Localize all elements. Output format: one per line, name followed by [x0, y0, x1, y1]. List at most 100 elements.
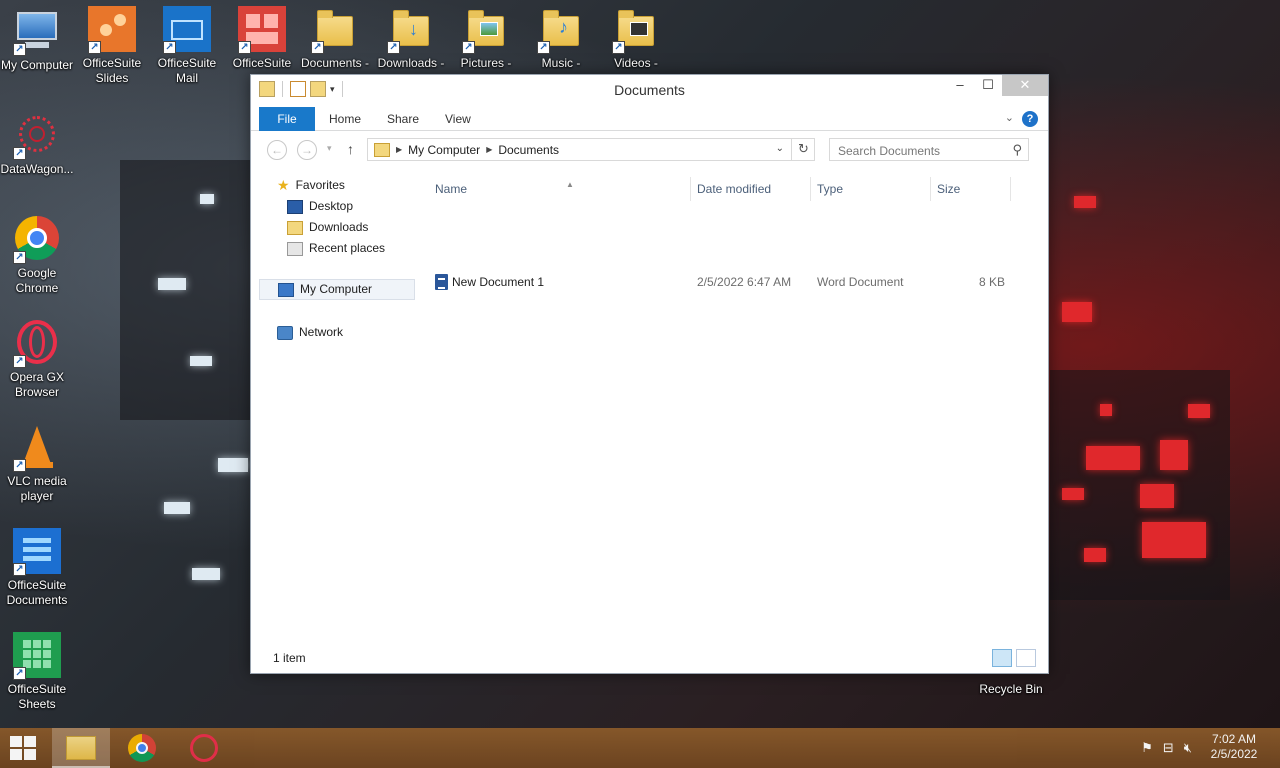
chevron-right-icon[interactable]: ▶	[396, 145, 402, 154]
desktop-icon-datawagon[interactable]: ↗ DataWagon...	[0, 112, 76, 177]
file-row-new-document-1[interactable]: New Document 1 2/5/2022 6:47 AM Word Doc…	[429, 271, 1019, 293]
nav-network[interactable]: Network	[277, 322, 343, 343]
large-icons-view-icon[interactable]	[1016, 649, 1036, 667]
taskbar-file-explorer[interactable]	[52, 728, 110, 768]
videos-folder-icon: ↗	[612, 6, 660, 54]
breadcrumb-documents[interactable]: Documents	[498, 143, 559, 157]
desktop-icon-opera-gx[interactable]: ↗ Opera GX Browser	[0, 320, 76, 400]
breadcrumb-my-computer[interactable]: My Computer	[408, 143, 480, 157]
clock[interactable]: 7:02 AM 2/5/2022	[1204, 732, 1264, 762]
taskbar-chrome[interactable]	[114, 728, 172, 768]
tab-view[interactable]: View	[431, 107, 485, 131]
shortcut-arrow-icon: ↗	[387, 41, 400, 54]
desktop-icon-my-computer[interactable]: ↗ My Computer	[0, 8, 76, 73]
up-arrow-icon[interactable]: ↑	[347, 141, 354, 157]
recent-places-icon	[287, 241, 303, 256]
nav-downloads[interactable]: Downloads	[287, 217, 368, 238]
desktop-icon-label: Recycle Bin	[979, 682, 1043, 696]
tab-home[interactable]: Home	[315, 107, 375, 131]
wallpaper-glow	[1188, 404, 1210, 418]
desktop-icon-google-chrome[interactable]: ↗ Google Chrome	[0, 216, 76, 296]
ribbon-tabs: File Home Share View ⌄ ?	[251, 107, 1048, 131]
title-bar[interactable]: ▾ Documents – ☐ ✕	[251, 75, 1048, 105]
desktop-icon-pictures[interactable]: ↗ Pictures -	[447, 6, 525, 71]
nav-label: Network	[299, 325, 344, 339]
desktop-icon-officesuite-slides[interactable]: ↗ OfficeSuite Slides	[73, 6, 151, 86]
nav-recent-places[interactable]: Recent places	[287, 238, 385, 259]
desktop-icon-officesuite[interactable]: ↗ OfficeSuite	[223, 6, 301, 71]
column-header-type[interactable]: Type	[811, 177, 931, 201]
officesuite-mail-icon: ↗	[163, 6, 211, 54]
wallpaper-glow	[1084, 548, 1106, 562]
desktop-icon-officesuite-mail[interactable]: ↗ OfficeSuite Mail	[148, 6, 226, 86]
action-center-flag-icon[interactable]: ⚑	[1141, 740, 1153, 756]
address-history-chevron-icon[interactable]: ⌄	[776, 143, 784, 154]
help-icon[interactable]: ?	[1022, 111, 1038, 127]
search-placeholder: Search Documents	[838, 144, 941, 158]
chevron-right-icon[interactable]: ▶	[486, 145, 492, 154]
column-header-date-modified[interactable]: Date modified	[691, 177, 811, 201]
opera-icon	[190, 734, 218, 762]
desktop-icon-videos[interactable]: ↗ Videos -	[597, 6, 675, 71]
address-bar[interactable]: ▶ My Computer ▶ Documents ⌄	[367, 138, 815, 161]
desktop-icon-vlc[interactable]: ↗ VLC media player	[0, 424, 76, 504]
system-tray: ⚑ ⊟ 🔇︎	[1141, 740, 1192, 756]
nav-label: Desktop	[309, 199, 354, 213]
file-type: Word Document	[817, 275, 904, 289]
desktop-icon-documents[interactable]: ↗ Documents -	[296, 6, 374, 71]
nav-favorites[interactable]: ★ Favorites	[277, 175, 345, 196]
music-folder-icon: ♪ ↗	[537, 6, 585, 54]
desktop-icon-officesuite-sheets[interactable]: ↗ OfficeSuite Sheets	[0, 632, 76, 712]
desktop-icon-officesuite-documents[interactable]: ↗ OfficeSuite Documents	[0, 528, 76, 608]
column-header-size[interactable]: Size	[931, 177, 1011, 201]
tab-share[interactable]: Share	[373, 107, 433, 131]
desktop-icon-label: DataWagon...	[0, 162, 74, 176]
shortcut-arrow-icon: ↗	[13, 355, 26, 368]
wallpaper-glow	[218, 458, 248, 472]
details-view-icon[interactable]	[992, 649, 1012, 667]
search-input[interactable]: Search Documents ⚲	[829, 138, 1029, 161]
window-title: Documents	[614, 82, 685, 98]
search-icon: ⚲	[1012, 142, 1022, 157]
nav-desktop[interactable]: Desktop	[287, 196, 353, 217]
windows-start-icon[interactable]	[10, 736, 38, 760]
nav-label: Favorites	[295, 178, 345, 192]
desktop-icon-label: Google Chrome	[15, 266, 59, 295]
monitor-icon: ↗	[13, 8, 61, 56]
officesuite-sheets-icon: ↗	[13, 632, 61, 680]
pictures-folder-icon: ↗	[462, 6, 510, 54]
downloads-folder-icon	[287, 220, 303, 235]
shortcut-arrow-icon: ↗	[13, 251, 26, 264]
back-arrow-icon[interactable]: ←	[267, 140, 287, 160]
item-count: 1 item	[273, 651, 306, 665]
close-button[interactable]: ✕	[1002, 75, 1048, 96]
refresh-icon[interactable]: ↻	[791, 138, 815, 161]
maximize-button[interactable]: ☐	[974, 75, 1002, 96]
wallpaper-glow	[1140, 484, 1174, 508]
file-date: 2/5/2022 6:47 AM	[697, 275, 792, 289]
desktop-icon-label: Music -	[541, 56, 581, 70]
expand-ribbon-chevron-icon[interactable]: ⌄	[1005, 111, 1014, 124]
forward-arrow-icon[interactable]: →	[297, 140, 317, 160]
tab-file[interactable]: File	[259, 107, 315, 131]
navigation-bar: ← → ▾ ↑ ▶ My Computer ▶ Documents ⌄ ↻ Se…	[251, 131, 1048, 167]
shortcut-arrow-icon: ↗	[311, 41, 324, 54]
officesuite-icon: ↗	[238, 6, 286, 54]
shortcut-arrow-icon: ↗	[13, 667, 26, 680]
explorer-window: ▾ Documents – ☐ ✕ File Home Share View ⌄…	[250, 74, 1049, 674]
network-icon	[277, 325, 293, 340]
wallpaper-glow	[158, 278, 186, 290]
column-header-name[interactable]: ▲ Name	[429, 177, 691, 201]
minimize-button[interactable]: –	[946, 75, 974, 96]
volume-muted-icon[interactable]: 🔇︎	[1184, 740, 1192, 756]
taskbar-opera[interactable]	[176, 728, 234, 768]
taskbar: ⚑ ⊟ 🔇︎ 7:02 AM 2/5/2022	[0, 728, 1280, 768]
shortcut-arrow-icon: ↗	[13, 147, 26, 160]
network-icon[interactable]: ⊟	[1163, 740, 1174, 756]
desktop-icon-music[interactable]: ♪ ↗ Music -	[522, 6, 600, 71]
chrome-icon-center	[136, 742, 148, 754]
recent-locations-chevron-icon[interactable]: ▾	[327, 143, 332, 154]
nav-my-computer[interactable]: My Computer	[259, 279, 415, 300]
desktop-icon-label: Pictures -	[460, 56, 512, 70]
desktop-icon-downloads[interactable]: ↓ ↗ Downloads -	[372, 6, 450, 71]
